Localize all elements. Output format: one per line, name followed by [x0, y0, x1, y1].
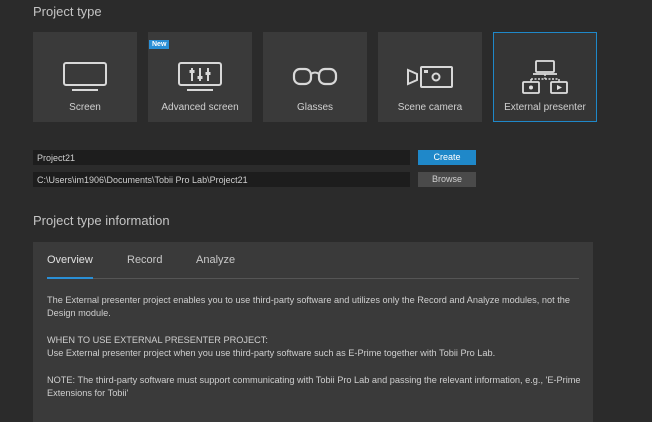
tab-overview[interactable]: Overview [47, 254, 93, 279]
project-name-input[interactable]: Project21 [33, 150, 410, 165]
project-type-tiles: Screen New Advanced screen Glasses Scene… [33, 32, 597, 122]
tile-advanced-screen[interactable]: New Advanced screen [148, 32, 252, 122]
glasses-icon [292, 55, 338, 99]
monitor-icon [62, 55, 108, 99]
section-title-project-type: Project type [33, 4, 102, 19]
tile-glasses[interactable]: Glasses [263, 32, 367, 122]
project-path-input[interactable]: C:\Users\im1906\Documents\Tobii Pro Lab\… [33, 172, 410, 187]
browse-button[interactable]: Browse [418, 172, 476, 187]
overview-paragraph: Use External presenter project when you … [47, 348, 496, 359]
when-to-use-heading: WHEN TO USE EXTERNAL PRESENTER PROJECT: [47, 334, 268, 345]
note-paragraph: NOTE: The third-party software must supp… [47, 374, 581, 399]
tile-external-presenter[interactable]: External presenter [493, 32, 597, 122]
tile-label: Glasses [296, 102, 334, 113]
section-title-project-type-information: Project type information [33, 213, 170, 228]
tab-record[interactable]: Record [127, 254, 162, 279]
tile-label: Advanced screen [161, 102, 239, 113]
new-badge: New [149, 40, 170, 49]
create-button[interactable]: Create [418, 150, 476, 165]
overview-paragraph: The External presenter project enables y… [47, 295, 570, 319]
external-presenter-icon [521, 55, 569, 99]
advanced-screen-icon [177, 55, 223, 99]
tile-label: Scene camera [397, 102, 463, 113]
scene-camera-icon [405, 55, 455, 99]
overview-text: The External presenter project enables y… [47, 294, 582, 413]
tab-analyze[interactable]: Analyze [196, 254, 235, 279]
tile-label: Screen [69, 102, 101, 113]
tile-screen[interactable]: Screen [33, 32, 137, 122]
tile-label: External presenter [504, 102, 586, 113]
info-tabs: Overview Record Analyze [47, 254, 579, 279]
info-panel: Overview Record Analyze The External pre… [33, 242, 593, 422]
tile-scene-camera[interactable]: Scene camera [378, 32, 482, 122]
